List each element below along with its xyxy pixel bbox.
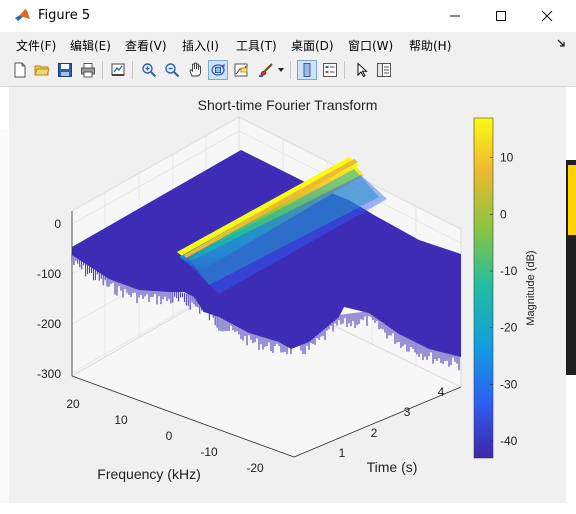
brush-button[interactable] [256, 60, 276, 80]
maximize-icon [496, 11, 506, 21]
colorbar[interactable]: 10 0 -10 -20 -30 -40 Magnitude (dB) [473, 117, 537, 459]
stft-surface-plot[interactable]: 0 -100 -200 -300 20 10 0 -10 -20 Frequen… [9, 87, 566, 503]
frequency-tick-label: -10 [200, 445, 218, 459]
zoom-out-icon [165, 63, 180, 78]
toolbar-separator [102, 61, 103, 79]
frequency-tick-label: 20 [66, 397, 80, 411]
figure-window: Figure 5 文件(F) 编辑(E) 查看(V) 插入(I) 工具(T) 桌… [0, 0, 576, 514]
menu-desktop[interactable]: 桌面(D) [291, 37, 334, 54]
close-button[interactable] [524, 0, 570, 32]
colorbar-ticks: 10 0 -10 -20 -30 -40 [490, 151, 518, 448]
colorbar-tick-label: -30 [500, 377, 518, 391]
colorbar-label: Magnitude (dB) [525, 250, 537, 325]
toolbar [0, 56, 576, 87]
menu-edit[interactable]: 编辑(E) [70, 37, 111, 54]
colorbar-tick-label: -10 [500, 264, 518, 278]
z-axis: 0 -100 -200 -300 [37, 211, 73, 381]
property-inspector-icon [377, 63, 391, 77]
maximize-button[interactable] [478, 0, 524, 32]
data-cursor-icon [234, 63, 248, 77]
minimize-button[interactable] [432, 0, 478, 32]
toolbar-separator [132, 61, 133, 79]
menu-insert[interactable]: 插入(I) [182, 37, 219, 54]
zoom-in-icon [142, 63, 157, 78]
title-bar[interactable]: Figure 5 [0, 0, 576, 32]
rotate-3d-button[interactable] [208, 60, 228, 80]
colorbar-tick-label: -20 [500, 321, 518, 335]
frequency-tick-label: 10 [114, 413, 128, 427]
figure-canvas[interactable]: Short-time Fourier Transform 0 -100 -200… [9, 87, 566, 503]
colorbar-tick-label: 0 [500, 207, 507, 221]
edit-plot-button[interactable] [352, 60, 372, 80]
save-icon [58, 63, 72, 77]
legend-icon [323, 63, 337, 77]
frequency-tick-label: -20 [246, 461, 264, 475]
open-file-icon [34, 65, 50, 76]
new-figure-button[interactable] [10, 60, 30, 80]
matlab-logo-icon [15, 9, 30, 21]
time-axis-label: Time (s) [367, 459, 418, 475]
menu-window[interactable]: 窗口(W) [348, 37, 393, 54]
print-icon [81, 63, 95, 78]
open-file-button[interactable] [32, 60, 52, 80]
link-plot-button[interactable] [108, 60, 128, 80]
colorbar-gradient [473, 117, 494, 459]
colorbar-button[interactable] [297, 60, 317, 80]
colorbar-tick-label: 10 [500, 151, 514, 165]
menu-help[interactable]: 帮助(H) [409, 37, 451, 54]
background-desktop-bottom [0, 503, 576, 514]
z-tick-label: -100 [37, 267, 61, 281]
rotate-3d-icon [211, 63, 225, 76]
time-tick-label: 2 [371, 426, 378, 440]
brush-dropdown-icon [278, 68, 284, 72]
time-tick-label: 4 [438, 385, 445, 399]
zoom-in-button[interactable] [139, 60, 159, 80]
frequency-tick-label: 0 [166, 429, 173, 443]
menu-tools[interactable]: 工具(T) [236, 37, 277, 54]
z-tick-label: -200 [37, 317, 61, 331]
time-tick-label: 1 [339, 446, 346, 460]
pan-icon [189, 62, 201, 77]
print-button[interactable] [78, 60, 98, 80]
z-tick-label: -300 [37, 367, 61, 381]
colorbar-icon [303, 63, 311, 77]
brush-dropdown-button[interactable] [276, 60, 286, 80]
frequency-axis-label: Frequency (kHz) [97, 466, 200, 482]
toolbar-separator [344, 61, 345, 79]
background-desktop-accent [568, 165, 576, 235]
property-inspector-button[interactable] [374, 60, 394, 80]
window-title: Figure 5 [38, 8, 91, 23]
toolbar-separator [290, 61, 291, 79]
edit-plot-icon [357, 62, 368, 78]
background-desktop-left [0, 130, 9, 514]
dock-arrow-icon[interactable] [556, 38, 566, 48]
new-figure-icon [14, 62, 26, 78]
pan-button[interactable] [185, 60, 205, 80]
z-tick-label: 0 [54, 217, 61, 231]
brush-icon [259, 63, 273, 77]
minimize-icon [450, 15, 460, 17]
zoom-out-button[interactable] [162, 60, 182, 80]
save-button[interactable] [55, 60, 75, 80]
menu-file[interactable]: 文件(F) [16, 37, 56, 54]
time-tick-label: 3 [404, 405, 411, 419]
legend-button[interactable] [320, 60, 340, 80]
colorbar-tick-label: -40 [500, 434, 518, 448]
close-icon [541, 10, 553, 22]
menu-view[interactable]: 查看(V) [125, 37, 167, 54]
link-plot-icon [111, 63, 125, 76]
data-cursor-button[interactable] [231, 60, 251, 80]
menu-bar: 文件(F) 编辑(E) 查看(V) 插入(I) 工具(T) 桌面(D) 窗口(W… [0, 32, 576, 56]
